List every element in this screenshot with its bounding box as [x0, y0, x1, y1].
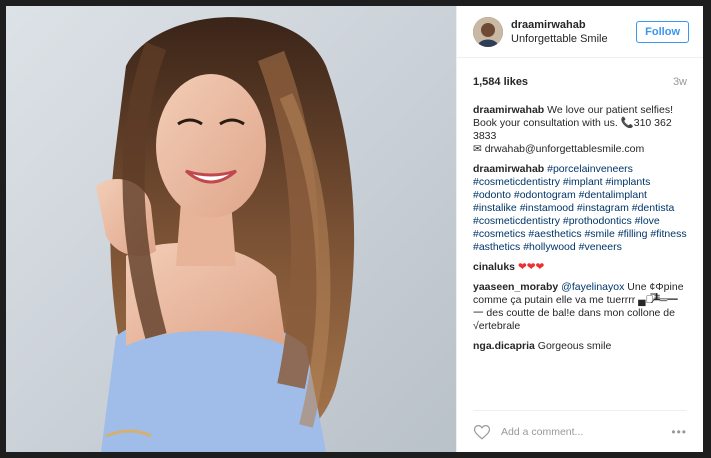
- post-details-panel: draamirwahab Unforgettable Smile Follow …: [456, 6, 703, 452]
- list-item: yaaseen_moraby @fayelinayox Une ¢Φpine c…: [473, 281, 687, 333]
- post-modal: draamirwahab Unforgettable Smile Follow …: [6, 6, 703, 452]
- heart-icon[interactable]: [473, 423, 491, 441]
- comments-list: draamirwahab We love our patient selfies…: [457, 96, 703, 410]
- caption-email: ✉ drwahab@unforgettablesmile.com: [473, 143, 645, 155]
- post-photo[interactable]: [6, 6, 456, 452]
- comment-username[interactable]: yaaseen_moraby: [473, 281, 558, 293]
- post-header: draamirwahab Unforgettable Smile Follow: [457, 6, 703, 58]
- comment-mention[interactable]: @fayelinayox: [561, 281, 624, 293]
- caption: draamirwahab We love our patient selfies…: [473, 104, 687, 156]
- author-info: draamirwahab Unforgettable Smile: [511, 18, 636, 46]
- caption-username[interactable]: draamirwahab: [473, 104, 544, 116]
- author-location[interactable]: Unforgettable Smile: [511, 32, 636, 46]
- comment-hashtags[interactable]: #porcelainveneers #cosmeticdentistry #im…: [473, 163, 687, 253]
- add-comment-input[interactable]: [501, 425, 672, 438]
- comment-username[interactable]: draamirwahab: [473, 163, 544, 175]
- likes-count[interactable]: 1,584 likes: [473, 76, 528, 88]
- comment-text: ❤❤❤: [517, 261, 545, 273]
- window-frame: draamirwahab Unforgettable Smile Follow …: [0, 0, 711, 458]
- more-options-icon[interactable]: •••: [671, 425, 687, 439]
- author-avatar[interactable]: [473, 16, 503, 47]
- comment-username[interactable]: cinaluks: [473, 261, 515, 273]
- post-meta: 1,584 likes 3w: [457, 58, 703, 96]
- comment-bar: •••: [473, 410, 687, 452]
- author-username[interactable]: draamirwahab: [511, 18, 636, 32]
- follow-button[interactable]: Follow: [636, 20, 689, 43]
- comment-username[interactable]: nga.dicapria: [473, 340, 535, 352]
- list-item: nga.dicapria Gorgeous smile: [473, 340, 687, 353]
- list-item: draamirwahab #porcelainveneers #cosmetic…: [473, 163, 687, 254]
- post-age[interactable]: 3w: [673, 76, 687, 88]
- list-item: cinaluks ❤❤❤: [473, 261, 687, 274]
- photo-illustration: [6, 6, 456, 452]
- comment-text: Gorgeous smile: [537, 340, 612, 352]
